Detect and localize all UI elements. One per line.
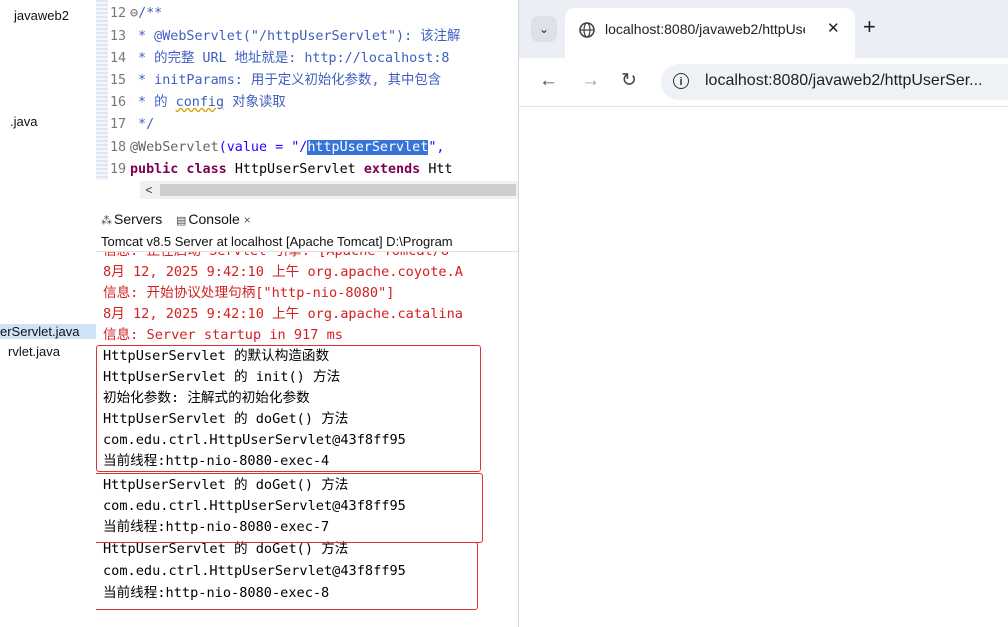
code-line: 17 */: [110, 117, 155, 132]
view-tabs: ⁂ Servers ▤ Console ×: [96, 208, 518, 232]
tab-close-icon[interactable]: ✕: [827, 19, 840, 37]
highlight-box: [96, 345, 481, 472]
explorer-item-file[interactable]: .java: [10, 114, 37, 129]
selected-text: httpUserServlet: [307, 140, 429, 155]
console-line: 8月 12, 2025 9:42:10 上午 org.apache.catali…: [103, 306, 463, 322]
explorer-item-project[interactable]: javaweb2: [14, 8, 69, 23]
new-tab-button[interactable]: +: [863, 15, 876, 39]
servers-icon: ⁂: [101, 215, 112, 227]
explorer-item-file-selected[interactable]: erServlet.java: [0, 324, 96, 339]
console-line: 8月 12, 2025 9:42:10 上午 org.apache.coyote…: [103, 264, 463, 280]
code-editor[interactable]: 12 ⊖/** 13 * @WebServlet("/httpUserServle…: [96, 0, 518, 200]
console-line: 信息: 开始协议处理句柄["http-nio-8080"]: [103, 285, 395, 301]
code-line: 15 * initParams: 用于定义初始化参数, 其中包含: [110, 73, 442, 88]
console-title: Tomcat v8.5 Server at localhost [Apache …: [96, 232, 518, 252]
explorer-item-file[interactable]: rvlet.java: [8, 344, 60, 359]
tab-console[interactable]: ▤ Console ×: [176, 211, 251, 227]
highlight-box: [96, 542, 478, 610]
site-info-icon[interactable]: i: [673, 73, 689, 89]
fold-icon: ⊖: [130, 6, 139, 21]
tab-search-dropdown-icon[interactable]: ⌄: [531, 16, 557, 42]
code-line: 14 * 的完整 URL 地址就是: http://localhost:8: [110, 51, 450, 66]
browser-window: ⌄ localhost:8080/javaweb2/httpUserServle…: [518, 0, 1008, 627]
tab-strip: ⌄ localhost:8080/javaweb2/httpUserServle…: [519, 0, 1008, 58]
forward-arrow-icon[interactable]: →: [581, 70, 600, 92]
back-arrow-icon[interactable]: ←: [539, 70, 558, 92]
project-explorer: javaweb2 .java erServlet.java rvlet.java: [0, 0, 96, 627]
code-line: 12 ⊖/**: [110, 6, 163, 21]
editor-ruler: [96, 0, 108, 180]
code-line: 18 @WebServlet(value = "/httpUserServlet"…: [110, 140, 445, 155]
browser-toolbar: ← → ↻ i localhost:8080/javaweb2/httpUser…: [519, 58, 1008, 107]
highlight-box: [96, 473, 483, 543]
scroll-left-arrow-icon[interactable]: <: [140, 181, 158, 199]
console-icon: ▤: [176, 215, 187, 227]
console-output[interactable]: 信息: 正在启动 Servlet 引擎: [Apache Tomcat/8 8月…: [96, 252, 518, 627]
tab-servers[interactable]: ⁂ Servers: [101, 211, 162, 227]
horizontal-scrollbar[interactable]: <: [140, 181, 518, 199]
console-line: 信息: Server startup in 917 ms: [103, 327, 343, 343]
reload-icon[interactable]: ↻: [621, 70, 637, 92]
code-line: 19 public class HttpUserServlet extends H…: [110, 162, 453, 177]
code-line: 16 * 的 config 对象读取: [110, 95, 286, 110]
browser-tab[interactable]: localhost:8080/javaweb2/httpUserServlet …: [565, 8, 855, 58]
console-line: 信息: 正在启动 Servlet 引擎: [Apache Tomcat/8: [103, 252, 449, 262]
close-icon[interactable]: ×: [244, 213, 251, 227]
address-bar[interactable]: i localhost:8080/javaweb2/httpUserSer...: [661, 64, 1008, 100]
globe-icon: [579, 22, 595, 38]
code-line: 13 * @WebServlet("/httpUserServlet"): 该注…: [110, 29, 461, 44]
tab-title: localhost:8080/javaweb2/httpUserServlet: [605, 21, 805, 37]
scrollbar-thumb[interactable]: [160, 184, 516, 196]
url-text[interactable]: localhost:8080/javaweb2/httpUserSer...: [705, 72, 983, 90]
